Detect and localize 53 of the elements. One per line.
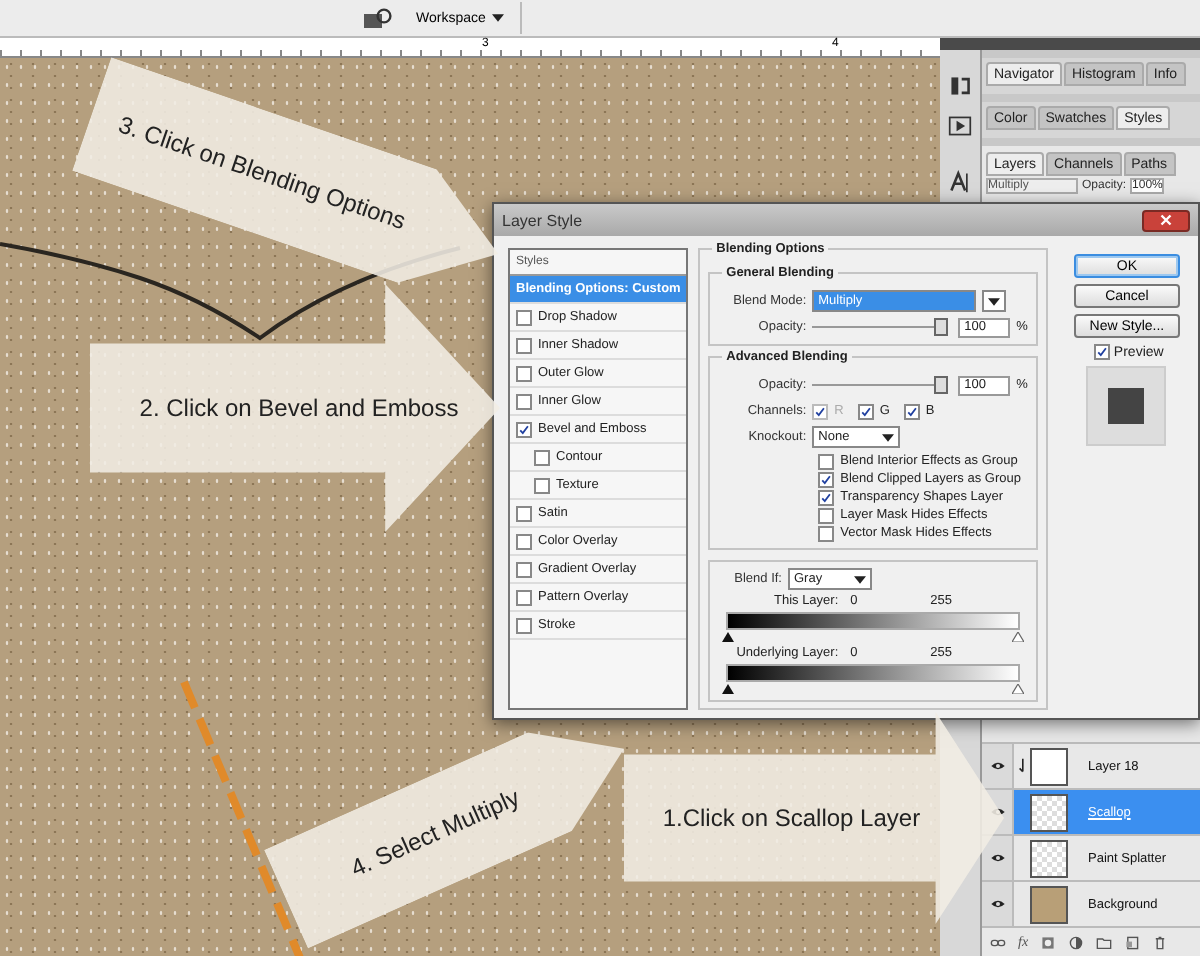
checkbox[interactable] xyxy=(903,403,920,419)
character-icon[interactable] xyxy=(948,170,972,194)
checkbox[interactable] xyxy=(516,309,532,325)
mask-icon[interactable] xyxy=(1040,935,1057,949)
caret-icon xyxy=(491,14,504,22)
checkbox[interactable] xyxy=(516,561,532,577)
layer-thumbnail xyxy=(1030,747,1068,785)
dialog-title: Layer Style xyxy=(502,211,583,229)
checkbox[interactable] xyxy=(1093,344,1110,360)
layer-thumbnail xyxy=(1030,839,1068,877)
link-icon[interactable] xyxy=(990,935,1006,949)
checkbox[interactable] xyxy=(857,403,874,419)
close-icon xyxy=(1160,214,1172,226)
eye-icon[interactable] xyxy=(989,898,1005,910)
new-layer-icon[interactable] xyxy=(1124,935,1141,949)
checkbox[interactable] xyxy=(818,489,835,505)
caret-icon xyxy=(882,433,895,441)
close-button[interactable] xyxy=(1142,209,1190,231)
checkbox[interactable] xyxy=(516,533,532,549)
checkbox[interactable] xyxy=(534,449,550,465)
checkbox[interactable] xyxy=(818,507,835,523)
slider-thumb[interactable] xyxy=(1011,684,1024,694)
callout-arrow: 2. Click on Bevel and Emboss xyxy=(90,284,500,532)
workspace-icon[interactable] xyxy=(364,8,392,28)
callout-arrow: 1.Click on Scallop Layer xyxy=(624,712,1004,924)
folder-icon[interactable] xyxy=(1096,935,1113,949)
slider-thumb[interactable] xyxy=(934,376,949,394)
checkbox[interactable] xyxy=(818,453,835,469)
slider-thumb[interactable] xyxy=(1011,632,1024,642)
checkbox[interactable] xyxy=(534,477,550,493)
caret-icon xyxy=(988,297,1001,305)
checkbox[interactable] xyxy=(516,393,532,409)
checkbox[interactable] xyxy=(818,471,835,487)
checkbox[interactable] xyxy=(516,617,532,633)
checkbox[interactable] xyxy=(516,337,532,353)
checkbox[interactable] xyxy=(516,365,532,381)
slider-thumb[interactable] xyxy=(722,632,735,642)
trash-icon[interactable] xyxy=(1152,935,1169,949)
checkbox[interactable] xyxy=(818,525,835,541)
layer-thumbnail xyxy=(1030,793,1068,831)
checkbox[interactable] xyxy=(516,505,532,521)
layer-thumbnail xyxy=(1030,885,1068,923)
play-icon[interactable] xyxy=(948,114,972,138)
checkbox[interactable] xyxy=(516,589,532,605)
slider-thumb[interactable] xyxy=(722,684,735,694)
eye-icon[interactable] xyxy=(989,760,1005,772)
slider-thumb[interactable] xyxy=(934,318,949,336)
checkbox[interactable] xyxy=(516,421,532,437)
eye-icon[interactable] xyxy=(989,852,1005,864)
caret-icon xyxy=(854,575,866,583)
preview-swatch xyxy=(1085,366,1166,446)
adjustment-icon[interactable] xyxy=(1068,935,1085,949)
dropdown-button[interactable] xyxy=(982,290,1007,312)
